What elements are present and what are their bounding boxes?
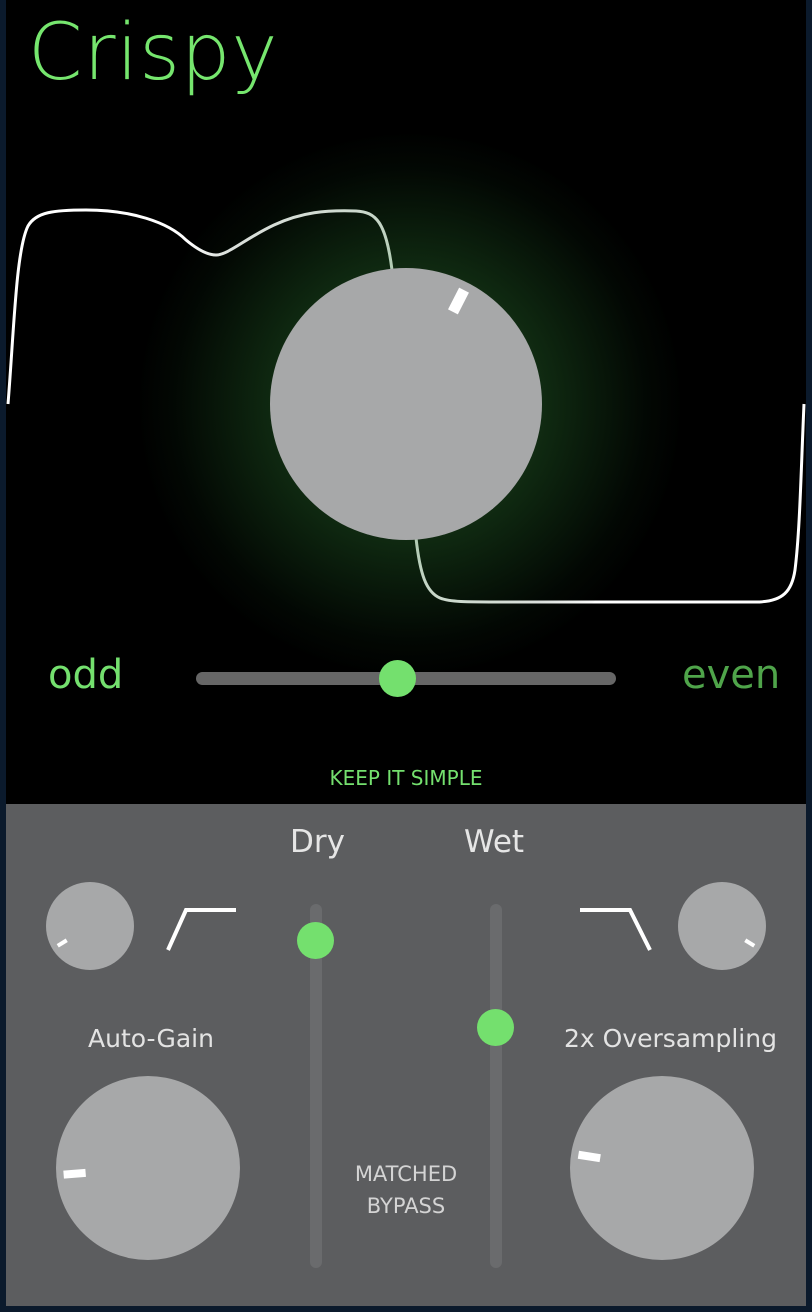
low-cut-knob[interactable] <box>46 882 134 970</box>
drive-knob-indicator <box>448 287 469 315</box>
high-cut-filter-icon <box>580 908 652 951</box>
bottom-panel: Dry Wet Auto-Gain 2x Oversampling MATCHE… <box>6 804 806 1306</box>
drive-knob[interactable] <box>270 268 542 540</box>
wet-label: Wet <box>464 824 525 860</box>
low-cut-filter-icon <box>166 908 236 951</box>
auto-gain-toggle[interactable]: Auto-Gain <box>88 1024 214 1053</box>
high-cut-knob-indicator <box>744 938 756 948</box>
low-cut-knob-indicator <box>56 938 68 948</box>
keep-it-simple-toggle[interactable]: KEEP IT SIMPLE <box>6 766 806 790</box>
top-panel: Crispy odd even KEEP IT SIMPLE <box>6 0 806 804</box>
harmonics-slider-thumb[interactable] <box>379 660 417 697</box>
wet-slider-thumb[interactable] <box>477 1009 514 1047</box>
plugin-window: Crispy odd even KEEP IT SIMPLE Dry Wet A… <box>6 0 806 1306</box>
odd-label: odd <box>48 652 124 698</box>
output-gain-knob[interactable] <box>570 1076 754 1260</box>
high-cut-knob[interactable] <box>678 882 766 970</box>
dry-label: Dry <box>290 824 345 860</box>
oversampling-toggle[interactable]: 2x Oversampling <box>564 1024 777 1053</box>
dry-slider-thumb[interactable] <box>297 921 334 959</box>
output-gain-knob-indicator <box>577 1150 601 1163</box>
even-label: even <box>682 652 781 698</box>
